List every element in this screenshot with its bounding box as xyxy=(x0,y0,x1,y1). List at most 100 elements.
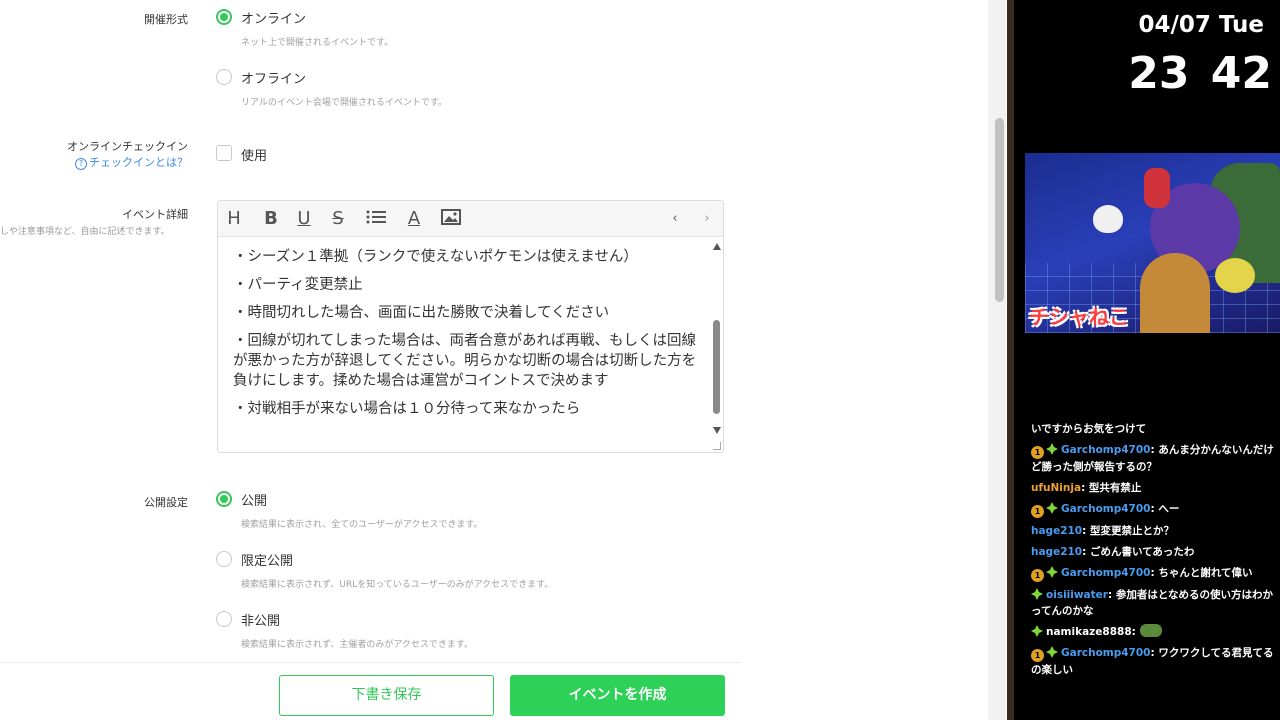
chat-message: namikaze8888: xyxy=(1031,624,1276,640)
chat-username[interactable]: namikaze8888 xyxy=(1046,626,1132,638)
question-icon: ? xyxy=(75,158,87,170)
chat-message: 1 Garchomp4700: ちゃんと謝れて偉い xyxy=(1031,565,1276,582)
editor-resize-handle[interactable] xyxy=(713,442,721,450)
visibility-private-radio[interactable] xyxy=(216,611,232,627)
chat-text: : ごめん書いてあったわ xyxy=(1082,546,1195,558)
overlay-date: 04/07 Tue xyxy=(1138,12,1264,38)
overlay-edge xyxy=(1007,0,1014,720)
chat-username[interactable]: Garchomp4700 xyxy=(1061,567,1150,579)
badge-icon: 1 xyxy=(1031,569,1044,582)
overlay-clock: 23 42 xyxy=(1128,48,1272,99)
chat-log: いですからお気をつけて 1 Garchomp4700: あんま分かんないんだけど勝っ… xyxy=(1031,421,1276,683)
chat-message: oisiiiwater: 参加者はとなめるの使い方はわかってんのかな xyxy=(1031,587,1276,619)
art-monster xyxy=(1144,168,1170,208)
editor-toolbar: H B U S A ‹ › xyxy=(218,201,723,237)
format-offline-desc: リアルのイベント会場で開催されるイベントです。 xyxy=(241,98,448,108)
chat-message: hage210: ごめん書いてあったわ xyxy=(1031,544,1276,560)
text-color-icon[interactable]: A xyxy=(403,209,425,229)
editor-line: ・回線が切れてしまった場合は、両者合意があれば再戦、もしくは回線が悪かった方が辞… xyxy=(233,333,697,389)
stream-art-image: チシャねこ xyxy=(1025,153,1280,333)
visibility-public-desc: 検索結果に表示され、全てのユーザーがアクセスできます。 xyxy=(241,520,483,530)
art-logo: チシャねこ xyxy=(1029,305,1129,329)
chat-username[interactable]: Garchomp4700 xyxy=(1061,444,1150,456)
footer-divider xyxy=(0,662,742,663)
page-scrollbar-thumb[interactable] xyxy=(995,118,1004,302)
chat-message: 1 Garchomp4700: ワクワクしてる君見てるの楽しい xyxy=(1031,645,1276,678)
chat-text: いですからお気をつけて xyxy=(1031,423,1147,435)
heading-icon[interactable]: H xyxy=(223,209,245,229)
chat-username[interactable]: hage210 xyxy=(1031,525,1082,537)
chat-message: 1 Garchomp4700: へー xyxy=(1031,501,1276,518)
badge-icon: 1 xyxy=(1031,505,1044,518)
chat-message: ufuNinja: 型共有禁止 xyxy=(1031,480,1276,496)
chat-username[interactable]: ufuNinja xyxy=(1031,482,1081,494)
chat-username[interactable]: Garchomp4700 xyxy=(1061,503,1150,515)
blank-area xyxy=(742,0,988,720)
image-icon[interactable] xyxy=(440,209,462,230)
save-draft-button[interactable]: 下書き保存 xyxy=(279,675,494,716)
checkin-label: オンラインチェックイン xyxy=(67,140,188,153)
visibility-private-desc: 検索結果に表示されず、主催者のみがアクセスできます。 xyxy=(241,640,474,650)
strikethrough-icon[interactable]: S xyxy=(327,209,349,229)
undo-icon[interactable]: ‹ xyxy=(664,209,686,229)
editor-line: ・時間切れした場合、画面に出た勝敗で決着してください xyxy=(233,305,610,321)
art-ghost xyxy=(1093,205,1123,233)
list-icon[interactable] xyxy=(365,209,387,230)
visibility-limited-label[interactable]: 限定公開 xyxy=(241,550,293,569)
checkin-checkbox[interactable] xyxy=(216,145,232,161)
chat-message: いですからお気をつけて xyxy=(1031,421,1276,437)
editor-line: ・対戦相手が来ない場合は１０分待って来なかったら xyxy=(233,401,581,417)
format-offline-radio[interactable] xyxy=(216,69,232,85)
create-event-button[interactable]: イベントを作成 xyxy=(510,675,725,716)
format-online-label[interactable]: オンライン xyxy=(241,8,306,27)
chat-text: : 型共有禁止 xyxy=(1081,482,1142,494)
visibility-private-label[interactable]: 非公開 xyxy=(241,610,280,629)
gem-icon xyxy=(1046,443,1058,455)
visibility-public-radio[interactable] xyxy=(216,491,232,507)
editor-line: ・シーズン１準拠（ランクで使えないポケモンは使えません） xyxy=(233,249,638,265)
chat-text: : 型変更禁止とか？ xyxy=(1082,525,1174,537)
chat-username[interactable]: Garchomp4700 xyxy=(1061,647,1150,659)
chat-text: : へー xyxy=(1150,503,1180,515)
underline-icon[interactable]: U xyxy=(293,209,315,229)
checkin-help-link[interactable]: ? チェックインとは？ xyxy=(75,154,188,170)
visibility-public-label[interactable]: 公開 xyxy=(241,490,267,509)
chat-message: 1 Garchomp4700: あんま分かんないんだけど勝った側が報告するの？ xyxy=(1031,442,1276,475)
checkin-help-text[interactable]: チェックインとは？ xyxy=(89,156,188,169)
editor-scrollbar-thumb[interactable] xyxy=(713,320,720,414)
art-monster xyxy=(1215,258,1255,293)
event-form: 開催形式 オンライン ネット上で開催されるイベントです。 オフライン リアルのイ… xyxy=(0,0,742,720)
visibility-limited-desc: 検索結果に表示されず、URLを知っているユーザーのみがアクセスできます。 xyxy=(241,580,554,590)
editor-scroll-down[interactable] xyxy=(713,427,721,434)
chat-text: : ちゃんと謝れて偉い xyxy=(1150,567,1253,579)
gem-icon xyxy=(1046,502,1058,514)
chat-username[interactable]: hage210 xyxy=(1031,546,1082,558)
detail-hint: しや注意事項など、自由に記述できます。 xyxy=(0,227,170,237)
art-monster xyxy=(1140,253,1210,333)
checkin-option-label[interactable]: 使用 xyxy=(241,145,267,164)
gem-icon xyxy=(1031,588,1043,600)
badge-icon: 1 xyxy=(1031,446,1044,459)
screen: { "form": { "format_label": "開催形式", "for… xyxy=(0,0,1280,720)
gem-icon xyxy=(1046,566,1058,578)
page-scrollbar[interactable] xyxy=(988,0,1006,720)
detail-editor[interactable]: H B U S A ‹ › ・シーズン１準拠（ランクで使えないポケモンは使えませ… xyxy=(217,200,724,453)
format-online-desc: ネット上で開催されるイベントです。 xyxy=(241,38,394,48)
format-online-radio[interactable] xyxy=(216,9,232,25)
chat-message: hage210: 型変更禁止とか？ xyxy=(1031,523,1276,539)
frog-emote-icon xyxy=(1139,624,1162,637)
detail-label: イベント詳細 xyxy=(122,208,188,221)
bold-icon[interactable]: B xyxy=(260,209,282,229)
redo-icon[interactable]: › xyxy=(696,209,718,229)
gem-icon xyxy=(1031,625,1043,637)
gem-icon xyxy=(1046,646,1058,658)
badge-icon: 1 xyxy=(1031,649,1044,662)
visibility-label: 公開設定 xyxy=(144,496,188,509)
format-offline-label[interactable]: オフライン xyxy=(241,68,306,87)
editor-scroll-up[interactable] xyxy=(713,243,721,250)
editor-line: ・パーティ変更禁止 xyxy=(233,277,363,293)
visibility-limited-radio[interactable] xyxy=(216,551,232,567)
editor-content[interactable]: ・シーズン１準拠（ランクで使えないポケモンは使えません） ・パーティ変更禁止 ・… xyxy=(233,239,703,419)
format-label: 開催形式 xyxy=(144,13,188,26)
chat-username[interactable]: oisiiiwater xyxy=(1046,589,1108,601)
